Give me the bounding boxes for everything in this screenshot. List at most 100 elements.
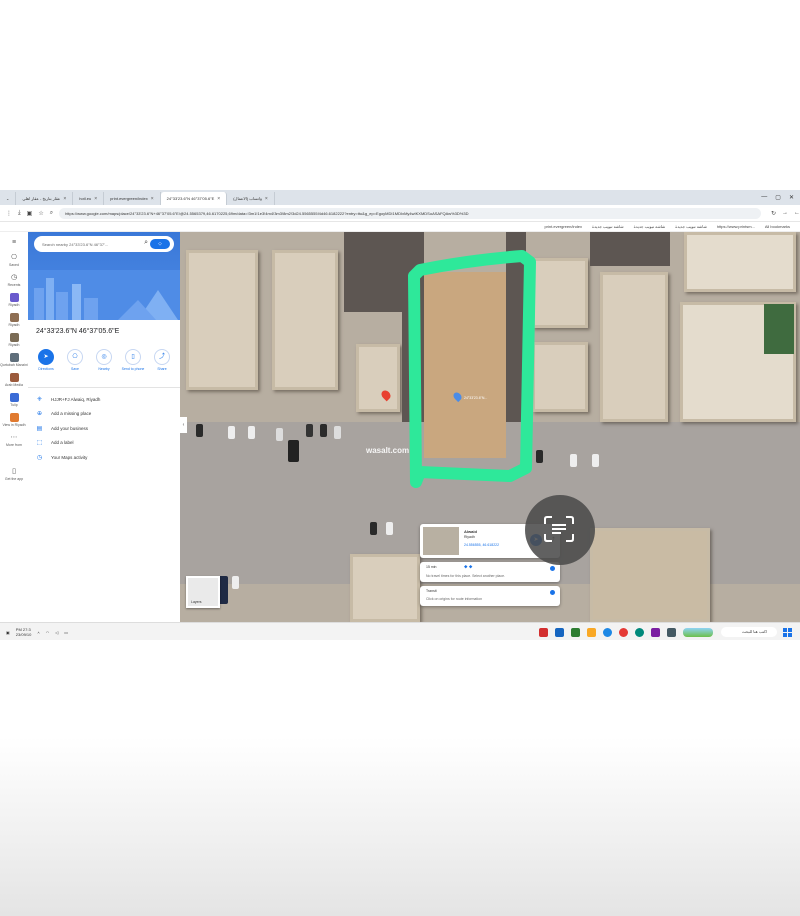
close-icon[interactable]: × bbox=[217, 196, 220, 202]
rail-item-recents[interactable]: ◷ Recents bbox=[0, 273, 28, 287]
share-button[interactable]: ⤴ Share bbox=[150, 349, 174, 372]
wifi-icon[interactable]: ◠ bbox=[46, 630, 50, 635]
star-icon[interactable]: ☆ bbox=[38, 210, 43, 217]
rail-item-app[interactable]: Tulip bbox=[0, 393, 28, 407]
excel-icon[interactable] bbox=[571, 627, 580, 637]
browser-tab[interactable]: hotl.eu × bbox=[73, 192, 105, 205]
chrome-icon[interactable] bbox=[603, 627, 612, 637]
extensions-icon[interactable]: ▣ bbox=[27, 210, 33, 217]
rail-menu[interactable]: ≡ bbox=[0, 238, 28, 247]
rail-item-recent-place[interactable]: Riyadh bbox=[0, 313, 28, 327]
tab-label: hotl.eu bbox=[79, 196, 92, 201]
app-icon[interactable] bbox=[651, 627, 660, 637]
rail-item-more[interactable]: ⋯ More from bbox=[0, 433, 28, 447]
rail-item-recent-place[interactable]: Riyadh bbox=[0, 293, 28, 307]
rail-item-recent-place[interactable]: Qurtubah Manzini bbox=[0, 353, 28, 367]
close-icon[interactable]: × bbox=[94, 196, 97, 202]
place-hero-image: Search nearby 24°33'23.6"N 46°37'... ⌕ ⬦ bbox=[28, 232, 180, 320]
download-icon[interactable]: ⤓ bbox=[18, 210, 21, 217]
rail-label: Riyadh bbox=[8, 343, 20, 347]
windows-start-icon[interactable] bbox=[783, 627, 792, 637]
save-button[interactable]: ⎔ Save bbox=[63, 349, 87, 372]
browser-tab[interactable]: print.evergreen/index × bbox=[104, 192, 161, 205]
transit-card[interactable]: Transit Click on origins for route infor… bbox=[420, 586, 560, 606]
file-explorer-icon[interactable] bbox=[587, 627, 596, 637]
menu-icon[interactable]: ⋮ bbox=[6, 210, 12, 217]
volume-icon[interactable]: ◁ bbox=[55, 630, 58, 635]
share-icon: ⤴ bbox=[154, 349, 170, 365]
close-icon[interactable]: × bbox=[265, 196, 268, 202]
search-icon[interactable]: ⌕ bbox=[144, 239, 148, 247]
window-controls: — ▢ ✕ bbox=[761, 194, 800, 201]
activity-icon: ◷ bbox=[36, 454, 43, 461]
collapse-panel-button[interactable]: ‹ bbox=[180, 417, 187, 433]
layers-label: Layers bbox=[191, 600, 202, 604]
send-to-phone-button[interactable]: ▯ Send to phone bbox=[121, 349, 145, 372]
address-bar[interactable]: https://www.google.com/maps/place/24°33'… bbox=[59, 207, 761, 219]
info-row-add-business[interactable]: ▤ Add your business bbox=[36, 421, 176, 436]
bookmark-item[interactable]: شاشة تبويب جديدة bbox=[634, 224, 666, 229]
travel-note: No travel times for this place. Select a… bbox=[426, 574, 505, 578]
weather-widget-icon[interactable] bbox=[683, 627, 713, 637]
tab-new-tab-button[interactable]: ⌄ bbox=[0, 192, 17, 205]
thumbnail-icon bbox=[9, 373, 19, 382]
info-row-add-missing-place[interactable]: ⊕ Add a missing place bbox=[36, 407, 176, 422]
toggle-dot-icon[interactable] bbox=[550, 566, 555, 571]
bookmark-item[interactable]: شاشة تبويب جديدة bbox=[592, 224, 624, 229]
close-window-icon[interactable]: ✕ bbox=[789, 194, 794, 201]
close-icon[interactable]: × bbox=[151, 196, 154, 202]
rail-item-recent-place[interactable]: Arab Media bbox=[0, 373, 28, 387]
directions-button[interactable]: ➤ Directions bbox=[34, 349, 58, 372]
task-view-icon[interactable] bbox=[667, 627, 676, 637]
close-icon[interactable]: × bbox=[63, 196, 66, 202]
info-row-plus-code[interactable]: ⁜ HJJR+FJ Alwaiq, Riyadh bbox=[36, 392, 176, 407]
back-icon[interactable]: ← bbox=[794, 210, 800, 216]
browser-tab-active[interactable]: 24°33'23.6"N 46°37'05.6"E × bbox=[160, 192, 228, 205]
toggle-dot-icon[interactable] bbox=[550, 590, 555, 595]
info-row-maps-activity[interactable]: ◷ Your Maps activity bbox=[36, 450, 176, 465]
screenshot-frame: ⌄ عقار بتاريخ - عقار اهلي × hotl.eu × prin… bbox=[0, 190, 800, 640]
phone-icon: ▯ bbox=[12, 468, 16, 475]
action-label: Send to phone bbox=[121, 367, 145, 371]
rail-label: View in Riyadh bbox=[2, 423, 26, 427]
satellite-map[interactable]: 24°33'23.6"N... wasalt.com ‹ Alwaid Riya… bbox=[180, 232, 800, 622]
tab-label: print.evergreen/index bbox=[110, 196, 148, 201]
browser-icon[interactable] bbox=[619, 627, 628, 637]
minimize-icon[interactable]: — bbox=[761, 194, 767, 201]
clock[interactable]: PM 27:3 23/09/10 bbox=[16, 627, 32, 637]
rail-item-app[interactable]: View in Riyadh bbox=[0, 413, 28, 427]
browser-tab[interactable]: واتساب (الاعمال) × bbox=[227, 192, 275, 205]
directions-button[interactable]: ⬦ bbox=[150, 239, 170, 249]
battery-icon[interactable]: ▭ bbox=[64, 630, 68, 635]
travel-time-card[interactable]: 15 min ⬥ ⬥ No travel times for this plac… bbox=[420, 562, 560, 582]
edge-icon[interactable] bbox=[635, 627, 644, 637]
word-icon[interactable] bbox=[555, 627, 564, 637]
chevron-up-icon[interactable]: ˄ bbox=[37, 630, 39, 635]
rail-item-recent-place[interactable]: Riyadh bbox=[0, 333, 28, 347]
bookmarks-bar: print.evergreen/index شاشة تبويب جديدة ش… bbox=[0, 222, 800, 232]
rail-item-saved[interactable]: ⎔ Saved bbox=[0, 253, 28, 267]
nearby-button[interactable]: ◎ Nearby bbox=[92, 349, 116, 372]
notification-icon[interactable]: ▣ bbox=[6, 630, 10, 635]
bookmark-item[interactable]: https://www.printsm... bbox=[717, 224, 755, 229]
acrobat-icon[interactable] bbox=[539, 627, 548, 637]
bookmark-item[interactable]: print.evergreen/index bbox=[544, 224, 582, 229]
maximize-icon[interactable]: ▢ bbox=[775, 194, 781, 201]
taskbar-search[interactable]: اكتب هنا للبحث bbox=[721, 627, 777, 637]
info-row-add-label[interactable]: ⬚ Add a label bbox=[36, 436, 176, 451]
rail-label: Recents bbox=[7, 283, 21, 287]
browser-tab[interactable]: عقار بتاريخ - عقار اهلي × bbox=[16, 192, 74, 205]
tab-label: 24°33'23.6"N 46°37'05.6"E bbox=[166, 196, 215, 201]
reload-icon[interactable]: ↻ bbox=[771, 210, 776, 217]
forward-icon[interactable]: → bbox=[782, 210, 788, 216]
hamburger-icon: ≡ bbox=[11, 239, 17, 246]
layers-button[interactable]: Layers bbox=[186, 576, 220, 608]
bookmark-item[interactable]: شاشة تبويب جديدة bbox=[675, 224, 707, 229]
tab-label: عقار بتاريخ - عقار اهلي bbox=[22, 196, 61, 201]
card-title: Alwaid bbox=[464, 529, 477, 534]
add-place-icon: ⊕ bbox=[36, 411, 43, 418]
search-input[interactable]: Search nearby 24°33'23.6"N 46°37'... ⌕ ⬦ bbox=[34, 236, 174, 252]
zoom-icon[interactable]: ⌕ bbox=[50, 210, 53, 217]
bookmark-item[interactable]: All bookmarks bbox=[765, 224, 790, 229]
rail-item-get-app[interactable]: ▯ Get the app bbox=[0, 467, 28, 481]
